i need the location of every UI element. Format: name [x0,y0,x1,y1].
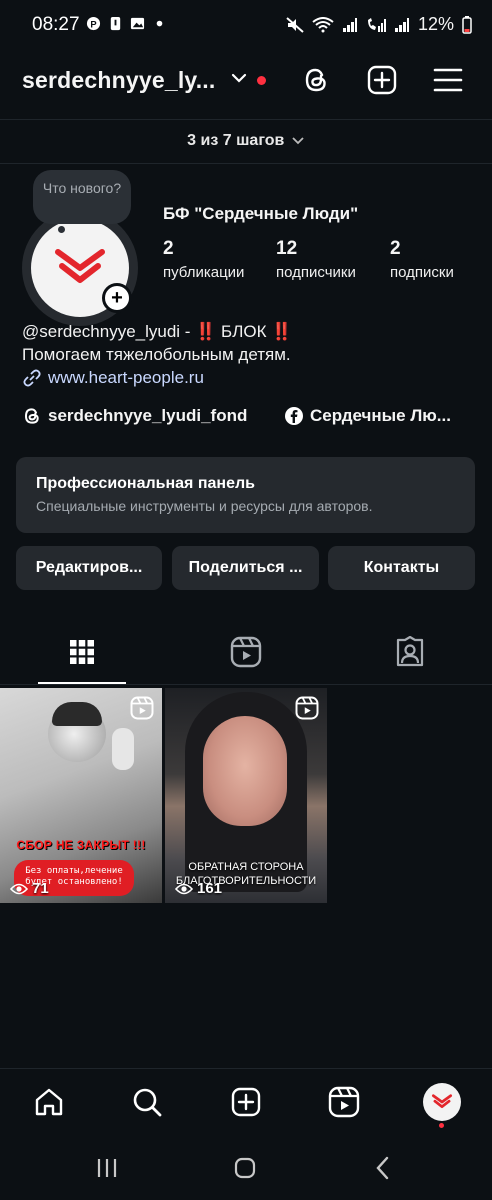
display-name: БФ "Сердечные Люди" [163,204,359,223]
post-caption: СБОР НЕ ЗАКРЫТ !!! [16,838,146,852]
home-button-icon [234,1157,256,1179]
nav-home[interactable] [31,1084,67,1120]
profile-notification-dot [439,1123,444,1128]
active-tab-indicator [38,682,126,684]
steps-label: 3 из 7 шагов [187,132,285,149]
home-button[interactable] [230,1156,260,1180]
steps-divider [0,163,492,164]
link-icon [23,369,41,387]
share-profile-button[interactable]: Поделиться ... [172,546,319,590]
eye-icon [175,883,193,894]
battery-icon [462,15,472,34]
post-views-count: 71 [32,880,49,897]
stat-posts-count[interactable]: 2 [163,238,174,260]
tabs-divider [0,684,492,685]
facebook-account-name: Сердечные Лю... [310,406,451,425]
nav-create[interactable] [228,1084,264,1120]
search-icon [133,1088,162,1117]
svg-text:P: P [90,19,96,29]
stat-followers-count[interactable]: 12 [276,238,297,260]
stat-following-label[interactable]: подписки [390,264,454,281]
dot-icon [156,20,163,27]
signal-icon [394,17,409,32]
bio-link[interactable]: www.heart-people.ru [22,368,204,388]
threads-icon [305,68,326,92]
status-left-icons: P [86,16,167,31]
stat-posts-label[interactable]: публикации [163,264,244,281]
post-image-detail [52,702,102,726]
note-bubble-tail [58,226,65,233]
bio-line-1: @serdechnyye_lyudi - ‼️ БЛОК ‼️ [22,322,293,341]
heart-logo-icon [431,1094,453,1109]
threads-account-link[interactable]: serdechnyye_lyudi_fond [22,406,247,426]
reels-badge-icon [130,696,154,720]
post-tile-1[interactable]: СБОР НЕ ЗАКРЫТ !!! Без оплаты,лечение бу… [0,688,162,903]
back-icon [376,1156,389,1180]
reels-icon [328,1086,360,1118]
tab-tagged[interactable] [390,632,430,672]
post-views: 161 [175,880,222,897]
account-username[interactable]: serdechnyye_ly... [22,67,215,94]
post-tile-2[interactable]: ОБРАТНАЯ СТОРОНА БЛАГОТВОРИТЕЛЬНОСТИ 161 [165,688,327,903]
back-button[interactable] [368,1156,398,1180]
notification-icon [110,16,121,31]
post-image-subject [203,716,287,826]
threads-button[interactable] [298,62,334,98]
nav-search[interactable] [129,1084,165,1120]
plus-icon: + [111,287,123,309]
chevron-down-icon [292,137,304,145]
status-bar: 08:27 P 12% [0,0,492,52]
mute-icon [286,16,304,33]
header-divider [0,119,492,120]
notification-dot [257,76,266,85]
create-icon [231,1087,261,1117]
facebook-icon [285,407,303,425]
status-right: 12% [286,14,472,35]
reels-icon [230,636,262,668]
pro-panel-subtitle: Специальные инструменты и ресурсы для ав… [36,498,373,514]
eye-icon [10,883,28,894]
profile-steps[interactable]: 3 из 7 шагов [0,132,492,150]
tab-grid[interactable] [62,632,102,672]
pro-panel-title: Профессиональная панель [36,475,255,492]
threads-icon [24,408,39,424]
tagged-icon [396,636,424,667]
heart-logo-icon [55,249,105,283]
edit-profile-button[interactable]: Редактиров... [16,546,162,590]
home-icon [35,1088,63,1116]
pinterest-icon: P [86,16,101,31]
menu-button[interactable] [430,62,466,98]
recents-icon [97,1159,117,1177]
post-image-detail [112,728,134,770]
post-views: 71 [10,880,49,897]
wifi-icon [312,16,334,32]
bio-line-2: Помогаем тяжелобольным детям. [22,345,291,364]
nav-profile-avatar[interactable] [423,1083,461,1121]
chevron-down-icon[interactable] [231,72,247,84]
status-time: 08:27 [32,14,80,35]
post-views-count: 161 [197,880,223,897]
note-bubble[interactable]: Что нового? [33,170,131,224]
call-signal-icon [367,17,386,32]
tab-reels[interactable] [226,632,266,672]
bio-link-text[interactable]: www.heart-people.ru [48,368,204,388]
signal-icon [342,17,357,32]
facebook-account-link[interactable]: Сердечные Лю... [284,406,451,426]
battery-percent: 12% [417,14,454,34]
professional-dashboard[interactable]: Профессиональная панель Специальные инст… [16,457,475,533]
threads-account-name: serdechnyye_lyudi_fond [48,406,248,425]
stat-followers-label[interactable]: подписчики [276,264,356,281]
create-button[interactable] [364,62,400,98]
menu-icon [433,68,463,92]
recents-button[interactable] [92,1156,122,1180]
gallery-icon [130,17,145,30]
grid-icon [70,640,94,664]
nav-reels[interactable] [326,1084,362,1120]
stat-following-count[interactable]: 2 [390,238,401,260]
reels-badge-icon [295,696,319,720]
contacts-button[interactable]: Контакты [328,546,475,590]
add-story-button[interactable]: + [102,283,132,313]
create-icon [367,65,397,95]
